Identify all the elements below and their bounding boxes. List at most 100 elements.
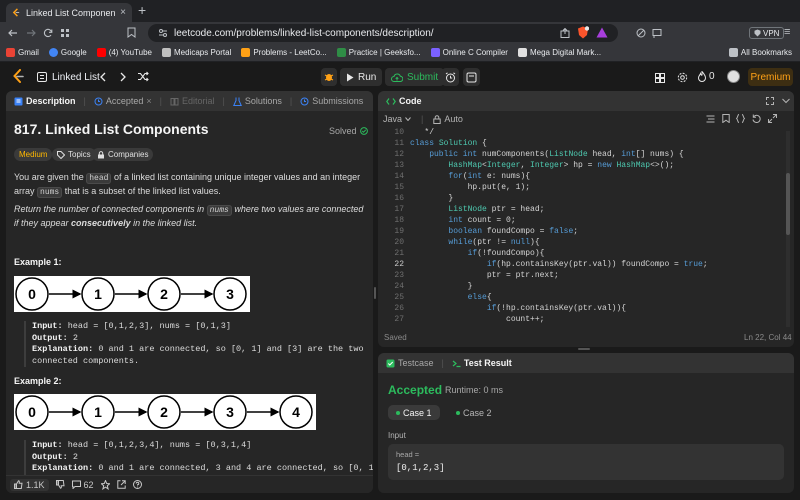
back-icon[interactable] bbox=[8, 28, 18, 38]
notes-button[interactable] bbox=[463, 68, 480, 86]
close-tab-icon[interactable]: × bbox=[146, 96, 151, 106]
share-icon[interactable] bbox=[116, 480, 126, 489]
bookmark-leetcode[interactable]: Problems - LeetCo... bbox=[241, 48, 327, 57]
bookmark-online-c-compiler[interactable]: Online C Compiler bbox=[430, 48, 508, 57]
prev-problem-icon[interactable] bbox=[100, 72, 106, 82]
close-tab-icon[interactable]: × bbox=[120, 7, 126, 18]
braces-icon[interactable] bbox=[736, 114, 745, 123]
bookmark-google[interactable]: Google bbox=[48, 48, 87, 57]
code-line[interactable]: for(int e: nums){ bbox=[410, 171, 785, 182]
maximize-icon[interactable] bbox=[766, 97, 774, 105]
browser-menu-icon[interactable]: ≡ bbox=[784, 26, 790, 38]
premium-button[interactable]: Premium bbox=[748, 68, 793, 86]
expand-editor-icon[interactable] bbox=[768, 114, 777, 123]
code-line[interactable]: while(ptr != null){ bbox=[410, 237, 785, 248]
line-number: 27 bbox=[394, 315, 404, 324]
leetcode-logo-icon[interactable] bbox=[12, 69, 25, 84]
circle-slash-icon[interactable] bbox=[636, 28, 646, 38]
tab-test-result[interactable]: Test Result bbox=[448, 358, 516, 368]
list-node: 2 bbox=[147, 277, 181, 311]
run-button[interactable]: Run bbox=[340, 68, 383, 86]
code-line[interactable]: class Solution { bbox=[410, 138, 785, 149]
code-line[interactable]: HashMap<Integer, Integer> hp = new HashM… bbox=[410, 160, 785, 171]
companies-label: Companies bbox=[108, 150, 149, 159]
extensions-grid-icon[interactable] bbox=[60, 28, 70, 38]
code-line[interactable]: } bbox=[410, 193, 785, 204]
code-editor[interactable]: */class Solution { public int numCompone… bbox=[410, 127, 785, 325]
tab-solutions[interactable]: Solutions bbox=[229, 96, 286, 106]
bookmark-geeksforgeeks[interactable]: Practice | Geeksfo... bbox=[336, 48, 421, 57]
url-field[interactable]: leetcode.com/problems/linked-list-compon… bbox=[148, 24, 618, 42]
flame-icon bbox=[698, 71, 706, 82]
share-icon[interactable] bbox=[560, 28, 570, 38]
code-line[interactable]: } bbox=[410, 281, 785, 292]
panel-resize-handle[interactable] bbox=[578, 348, 590, 350]
site-info-icon[interactable] bbox=[158, 28, 168, 38]
layout-icon[interactable] bbox=[655, 73, 665, 83]
companies-chip[interactable]: Companies bbox=[92, 148, 154, 161]
help-icon[interactable] bbox=[132, 480, 142, 489]
bookmark-medicaps[interactable]: Medicaps Portal bbox=[161, 48, 231, 57]
avatar[interactable] bbox=[727, 70, 740, 83]
problem-list-title[interactable]: Linked List bbox=[52, 72, 100, 83]
code-line[interactable]: */ bbox=[410, 127, 785, 138]
desc-text: You are given the bbox=[14, 172, 87, 182]
tab-description[interactable]: Description bbox=[10, 96, 80, 106]
node-value: 0 bbox=[28, 286, 36, 302]
cast-icon[interactable] bbox=[652, 28, 662, 38]
collapse-icon[interactable] bbox=[782, 98, 790, 104]
code-line[interactable]: hp.put(e, 1); bbox=[410, 182, 785, 193]
bookmark-icon[interactable] bbox=[722, 114, 730, 123]
language-select[interactable]: Java bbox=[383, 114, 411, 124]
forward-icon[interactable] bbox=[26, 28, 36, 38]
debug-button[interactable] bbox=[321, 68, 337, 86]
bookmark-page-icon[interactable] bbox=[127, 27, 136, 38]
code-line[interactable]: ptr = ptr.next; bbox=[410, 270, 785, 281]
submit-button[interactable]: Submit bbox=[385, 68, 445, 86]
vertical-resize-handle[interactable] bbox=[374, 287, 376, 299]
code-scrollbar-track[interactable] bbox=[786, 131, 790, 327]
brave-shield-icon[interactable] bbox=[577, 26, 589, 39]
case-label: Case 2 bbox=[463, 407, 492, 418]
next-problem-icon[interactable] bbox=[120, 72, 126, 82]
code-scrollbar-thumb[interactable] bbox=[786, 173, 790, 235]
streak-counter[interactable]: 0 bbox=[698, 71, 715, 82]
brave-rewards-icon[interactable] bbox=[596, 27, 608, 38]
topics-chip[interactable]: Topics bbox=[52, 148, 96, 161]
case-1-tab[interactable]: Case 1 bbox=[388, 405, 440, 420]
tab-code[interactable]: Code bbox=[382, 96, 426, 106]
reset-icon[interactable] bbox=[752, 114, 761, 123]
vpn-button[interactable]: VPN bbox=[749, 27, 785, 39]
all-bookmarks-button[interactable]: All Bookmarks bbox=[728, 48, 792, 57]
code-line[interactable]: if(hp.containsKey(ptr.val)) foundCompo =… bbox=[410, 259, 785, 270]
format-icon[interactable] bbox=[706, 115, 715, 123]
tab-submissions[interactable]: Submissions bbox=[296, 96, 367, 106]
code-line[interactable]: int count = 0; bbox=[410, 215, 785, 226]
bookmark-star-icon[interactable] bbox=[100, 479, 110, 490]
problem-list-icon[interactable] bbox=[37, 72, 47, 82]
code-line[interactable]: if(!foundCompo){ bbox=[410, 248, 785, 259]
comments-button[interactable]: 62 bbox=[71, 480, 94, 490]
tab-editorial[interactable]: Editorial bbox=[166, 96, 219, 106]
code-line[interactable]: count++; bbox=[410, 314, 785, 325]
thumbs-down-icon[interactable] bbox=[55, 480, 65, 489]
case-2-tab[interactable]: Case 2 bbox=[450, 405, 498, 420]
code-line[interactable]: public int numComponents(ListNode head, … bbox=[410, 149, 785, 160]
shuffle-icon[interactable] bbox=[137, 71, 149, 82]
tab-accepted[interactable]: Accepted × bbox=[90, 96, 156, 106]
code-line[interactable]: if(!hp.containsKey(ptr.val)){ bbox=[410, 303, 785, 314]
browser-tab[interactable]: Linked List Components - Lee × bbox=[6, 3, 132, 22]
timer-button[interactable] bbox=[442, 68, 459, 86]
reload-icon[interactable] bbox=[43, 28, 53, 38]
bookmark-mega-digital[interactable]: Mega Digital Mark... bbox=[517, 48, 601, 57]
node-value: 3 bbox=[226, 286, 234, 302]
new-tab-button[interactable]: + bbox=[138, 2, 146, 18]
bookmark-youtube[interactable]: (4) YouTube bbox=[96, 48, 152, 57]
like-button[interactable]: 1.1K bbox=[10, 478, 49, 491]
settings-gear-icon[interactable] bbox=[677, 72, 688, 83]
code-line[interactable]: boolean foundCompo = false; bbox=[410, 226, 785, 237]
code-line[interactable]: ListNode ptr = head; bbox=[410, 204, 785, 215]
bookmark-gmail[interactable]: Gmail bbox=[6, 48, 39, 57]
tab-testcase[interactable]: Testcase bbox=[382, 358, 438, 368]
code-line[interactable]: else{ bbox=[410, 292, 785, 303]
